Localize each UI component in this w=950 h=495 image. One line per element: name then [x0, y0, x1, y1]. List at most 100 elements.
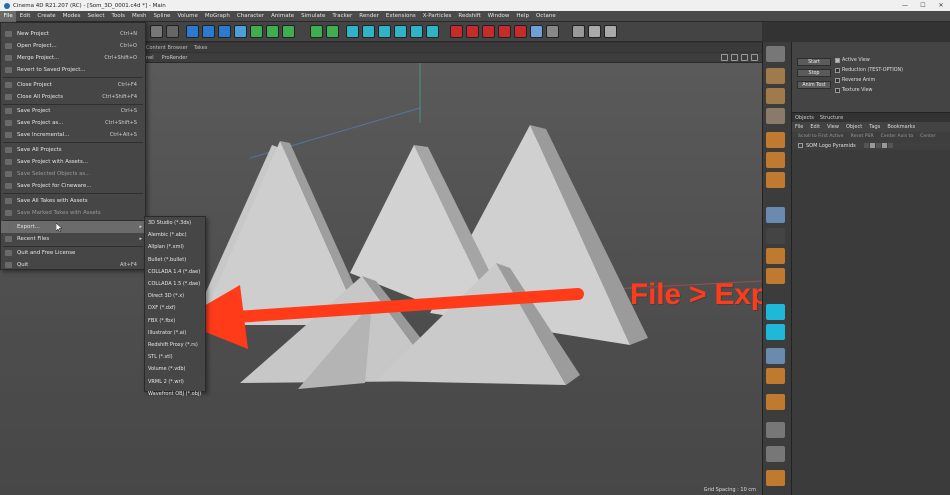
menu-item-open-project[interactable]: Open Project... Ctrl+O: [1, 40, 145, 52]
sculpt-icon[interactable]: [766, 368, 785, 384]
redshift-render-icon[interactable]: [482, 25, 495, 38]
polygons-mode-icon[interactable]: [766, 172, 785, 188]
snap-icon[interactable]: [766, 228, 785, 244]
menu-character[interactable]: Character: [233, 11, 267, 22]
maximize-button[interactable]: ☐: [914, 0, 932, 11]
undo-icon[interactable]: [150, 25, 163, 38]
export-dxf[interactable]: DXF (*.dxf): [145, 302, 205, 314]
layout-icon[interactable]: [530, 25, 543, 38]
objects-menu-bookmarks[interactable]: Bookmarks: [887, 124, 915, 130]
export-stl[interactable]: STL (*.stl): [145, 351, 205, 363]
menu-item-save-all-takes[interactable]: Save All Takes with Assets: [1, 195, 145, 207]
menu-item-save-all-projects[interactable]: Save All Projects: [1, 144, 145, 156]
objects-menu-view[interactable]: View: [827, 124, 839, 130]
menu-spline[interactable]: Spline: [150, 11, 174, 22]
export-allplan[interactable]: Allplan (*.xml): [145, 241, 205, 253]
center-button[interactable]: Center: [920, 134, 935, 139]
menu-item-recent-files[interactable]: Recent Files ▸: [1, 233, 145, 245]
make-editable-icon[interactable]: [766, 46, 785, 62]
menu-file[interactable]: File: [0, 10, 17, 22]
menu-help[interactable]: Help: [513, 11, 533, 22]
octane-icon[interactable]: [546, 25, 559, 38]
redshift-material-icon[interactable]: [514, 25, 527, 38]
anim-test-button[interactable]: Anim Test: [797, 81, 831, 89]
move-tool-icon[interactable]: [186, 25, 199, 38]
menu-item-close-project[interactable]: Close Project Ctrl+F4: [1, 79, 145, 91]
cube-object-icon[interactable]: [346, 25, 359, 38]
light-icon[interactable]: [466, 25, 479, 38]
scroll-to-active-button[interactable]: Scroll to First Active: [798, 134, 843, 139]
tweak-mode-icon[interactable]: [766, 207, 785, 223]
menu-render[interactable]: Render: [356, 11, 383, 22]
maximize-view-icon[interactable]: [751, 54, 758, 61]
objects-menu-tags[interactable]: Tags: [869, 124, 880, 130]
menu-mesh[interactable]: Mesh: [129, 11, 150, 22]
menu-item-revert[interactable]: Revert to Saved Project...: [1, 64, 145, 76]
paint-icon[interactable]: [766, 446, 785, 462]
objects-menu-file[interactable]: File: [795, 124, 803, 130]
z-axis-icon[interactable]: [282, 25, 295, 38]
floor-icon[interactable]: [426, 25, 439, 38]
y-axis-icon[interactable]: [266, 25, 279, 38]
object-row[interactable]: SOM Logo Pyramids: [792, 141, 950, 150]
viewport-menu-prorender[interactable]: ProRender: [162, 55, 188, 61]
menu-item-close-all-projects[interactable]: Close All Projects Ctrl+Shift+F4: [1, 91, 145, 103]
menu-item-new-project[interactable]: New Project Ctrl+N: [1, 28, 145, 40]
export-collada-15[interactable]: COLLADA 1.5 (*.dae): [145, 278, 205, 290]
rotate-view-icon[interactable]: [741, 54, 748, 61]
reset-psr-button[interactable]: Reset PSR: [850, 134, 873, 139]
minimize-button[interactable]: —: [896, 0, 914, 11]
redshift-light-icon[interactable]: [498, 25, 511, 38]
export-3ds[interactable]: 3D Studio (*.3ds): [145, 217, 205, 229]
rotate-tool-icon[interactable]: [218, 25, 231, 38]
viewport-layout-icon[interactable]: [588, 25, 601, 38]
menu-extensions[interactable]: Extensions: [382, 11, 419, 22]
character-icon[interactable]: [766, 470, 785, 486]
menu-item-quit-free-license[interactable]: Quit and Free License: [1, 247, 145, 259]
menu-item-merge-project[interactable]: Merge Project... Ctrl+Shift+O: [1, 52, 145, 64]
viewport-menu-panel[interactable]: nel: [146, 55, 154, 61]
zoom-view-icon[interactable]: [731, 54, 738, 61]
solo-hierarchy-icon[interactable]: [766, 324, 785, 340]
tab-content-browser[interactable]: Content Browser: [146, 45, 188, 51]
move-view-icon[interactable]: [721, 54, 728, 61]
active-view-checkbox[interactable]: Active View: [835, 58, 870, 63]
menu-item-save-project-as[interactable]: Save Project as... Ctrl+Shift+S: [1, 117, 145, 129]
array-icon[interactable]: [394, 25, 407, 38]
tab-objects[interactable]: Objects: [795, 115, 814, 121]
menu-mograph[interactable]: MoGraph: [201, 11, 233, 22]
menu-x-particles[interactable]: X-Particles: [419, 11, 455, 22]
start-button[interactable]: Start: [797, 58, 831, 66]
view-settings-icon[interactable]: [604, 25, 617, 38]
export-redshift-proxy[interactable]: Redshift Proxy (*.rs): [145, 339, 205, 351]
redo-icon[interactable]: [166, 25, 179, 38]
menu-item-save-incremental[interactable]: Save Incremental... Ctrl+Alt+S: [1, 129, 145, 141]
menu-octane[interactable]: Octane: [532, 11, 559, 22]
render-view-icon[interactable]: [326, 25, 339, 38]
menu-edit[interactable]: Edit: [16, 11, 34, 22]
export-collada-14[interactable]: COLLADA 1.4 (*.dae): [145, 266, 205, 278]
workplane-icon[interactable]: [766, 108, 785, 124]
menu-window[interactable]: Window: [484, 11, 513, 22]
tab-takes[interactable]: Takes: [194, 45, 208, 51]
menu-item-export[interactable]: Export... ▸: [1, 221, 145, 233]
menu-item-quit[interactable]: Quit Alt+F4: [1, 259, 145, 271]
close-button[interactable]: ✕: [932, 0, 950, 11]
export-bullet[interactable]: Bullet (*.bullet): [145, 254, 205, 266]
export-fbx[interactable]: FBX (*.fbx): [145, 315, 205, 327]
scale-tool-icon[interactable]: [202, 25, 215, 38]
menu-modes[interactable]: Modes: [59, 11, 84, 22]
edges-mode-icon[interactable]: [766, 152, 785, 168]
reverse-anim-checkbox[interactable]: Reverse Anim: [835, 78, 875, 83]
texture-mode-icon[interactable]: [766, 88, 785, 104]
brush-icon[interactable]: [766, 394, 785, 410]
export-alembic[interactable]: Alembic (*.abc): [145, 229, 205, 241]
pen-spline-icon[interactable]: [362, 25, 375, 38]
magnet-icon[interactable]: [766, 248, 785, 264]
export-vrml2[interactable]: VRML 2 (*.wrl): [145, 375, 205, 387]
tab-structure[interactable]: Structure: [820, 115, 843, 121]
menu-item-save-with-assets[interactable]: Save Project with Assets...: [1, 156, 145, 168]
select-tool-icon[interactable]: [234, 25, 247, 38]
menu-tools[interactable]: Tools: [108, 11, 129, 22]
center-axis-button[interactable]: Center Axis to: [881, 134, 914, 139]
